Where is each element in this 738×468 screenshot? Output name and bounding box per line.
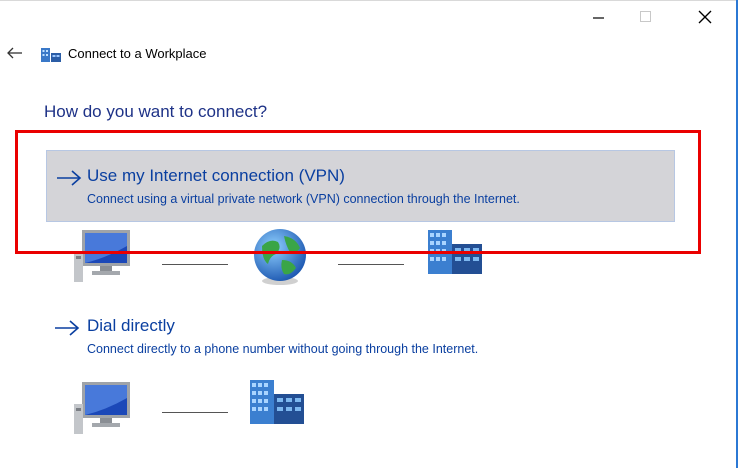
connection-line — [162, 264, 228, 265]
minimize-button[interactable] — [576, 0, 622, 34]
office-building-icon — [428, 230, 482, 274]
dial-option-description: Connect directly to a phone number witho… — [87, 342, 479, 356]
computer-icon — [74, 230, 130, 282]
window-title: Connect to a Workplace — [68, 46, 207, 61]
maximize-button[interactable] — [623, 0, 669, 34]
dial-directly-option-button[interactable]: Dial directly Connect directly to a phon… — [54, 316, 574, 362]
close-button[interactable] — [682, 0, 728, 34]
connection-line — [338, 264, 404, 265]
connection-line — [162, 412, 228, 413]
workplace-network-icon — [41, 48, 61, 62]
vpn-option-description: Connect using a virtual private network … — [87, 192, 520, 206]
arrow-right-icon — [55, 320, 80, 336]
dial-option-title: Dial directly — [87, 316, 175, 335]
back-button[interactable] — [4, 42, 26, 64]
minimize-icon — [593, 17, 604, 19]
page-heading: How do you want to connect? — [44, 102, 268, 121]
vpn-option-title: Use my Internet connection (VPN) — [87, 166, 345, 185]
vpn-option-button[interactable]: Use my Internet connection (VPN) Connect… — [46, 150, 675, 222]
maximize-icon — [640, 11, 651, 22]
globe-icon — [254, 229, 306, 285]
arrow-right-icon — [57, 170, 82, 186]
back-arrow-icon — [7, 47, 22, 59]
computer-icon — [74, 382, 130, 434]
office-building-icon — [250, 380, 304, 424]
close-icon — [698, 10, 712, 24]
